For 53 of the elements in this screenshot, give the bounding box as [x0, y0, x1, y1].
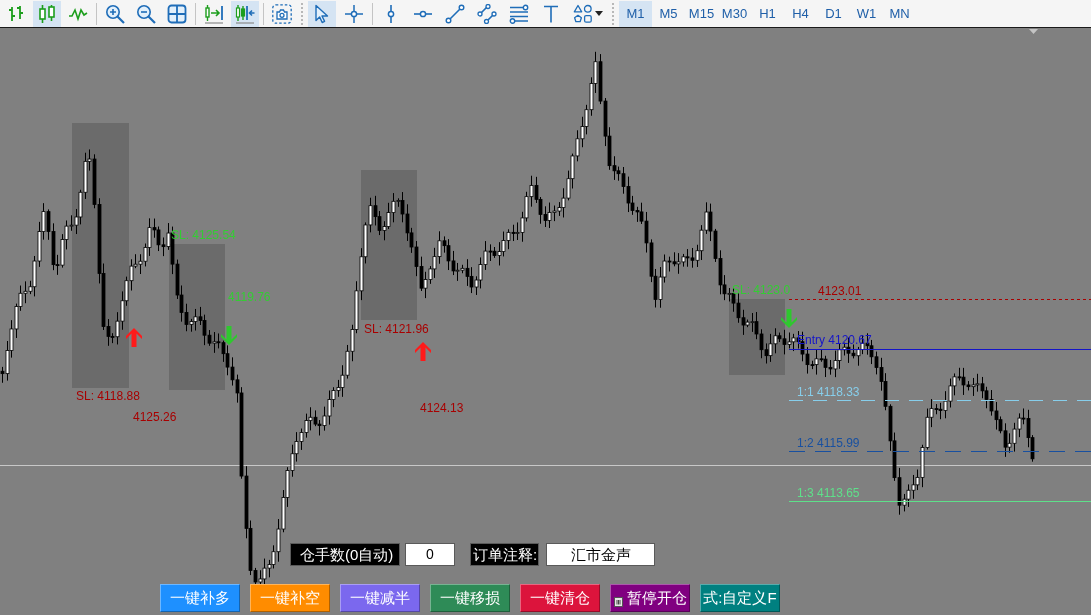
camera-icon [272, 3, 292, 24]
timeframe-tab[interactable]: W1 [850, 0, 883, 27]
bar-chart-icon [6, 3, 26, 24]
up-arrow-icon [126, 328, 142, 347]
price-label: 4125.26 [133, 410, 177, 424]
crosshair-icon [344, 3, 364, 24]
zoom-out-icon [136, 3, 156, 24]
caret-icon [595, 11, 603, 16]
timeframe-tab[interactable]: MN [883, 0, 916, 27]
comment-field[interactable]: 汇市金声 [546, 543, 655, 566]
lots-field[interactable]: 0 [405, 543, 455, 566]
timeframe-tab[interactable]: M15 [685, 0, 718, 27]
candle-right-arrow-icon [204, 3, 224, 24]
timeframe-tab[interactable]: H4 [784, 0, 817, 27]
lots-label: 仓手数(0自动) [290, 543, 400, 566]
timeframe-tab[interactable]: M1 [619, 0, 652, 27]
timeframe-tab[interactable]: H1 [751, 0, 784, 27]
candlestick-icon [37, 3, 57, 24]
price-label: 4124.13 [420, 401, 464, 415]
toolbar-button[interactable] [308, 0, 336, 27]
up-arrow-icon [415, 342, 431, 361]
action-button[interactable]: 一键移损 [430, 584, 510, 612]
action-button[interactable]: 一键补多 [160, 584, 240, 612]
candle-left-arrow-icon [235, 3, 255, 24]
diagonal-line-icon [445, 3, 465, 24]
level-label: 4123.01 [818, 284, 862, 298]
timeframe-tab[interactable]: D1 [817, 0, 850, 27]
down-arrow-icon [781, 309, 797, 328]
timeframe-tab[interactable]: M5 [652, 0, 685, 27]
price-label: SL: 4121.96 [364, 322, 429, 336]
timeframe-tab[interactable]: M30 [718, 0, 751, 27]
level-label: 1:1 4118.33 [797, 385, 860, 399]
pause-icon [613, 597, 623, 607]
price-label: SL: 4118.88 [76, 389, 140, 403]
action-button[interactable]: 式:自定义F [700, 584, 780, 612]
down-arrow-icon [221, 326, 237, 345]
shapes-icon [573, 3, 593, 24]
toolbar-button[interactable] [33, 0, 61, 27]
price-label: 4119.76 [228, 290, 271, 304]
triangle-icon[interactable] [1029, 29, 1038, 34]
grid-icon [167, 3, 187, 24]
action-button[interactable]: 一键减半 [340, 584, 420, 612]
zoom-in-icon [105, 3, 125, 24]
parallel-lines-icon [477, 3, 497, 24]
letter-t-icon [541, 3, 561, 24]
level-label: 1:3 4113.65 [797, 486, 860, 500]
toolbar-button[interactable] [231, 0, 259, 27]
action-button[interactable]: 暂停开仓 [610, 584, 690, 612]
price-label: SL: 4123.0 [732, 283, 791, 297]
level-label: 1:2 4115.99 [797, 436, 860, 450]
horizontal-lines-icon [509, 3, 529, 24]
comment-label: 订单注释: [470, 543, 539, 566]
action-button[interactable]: 一键清仓 [520, 584, 600, 612]
